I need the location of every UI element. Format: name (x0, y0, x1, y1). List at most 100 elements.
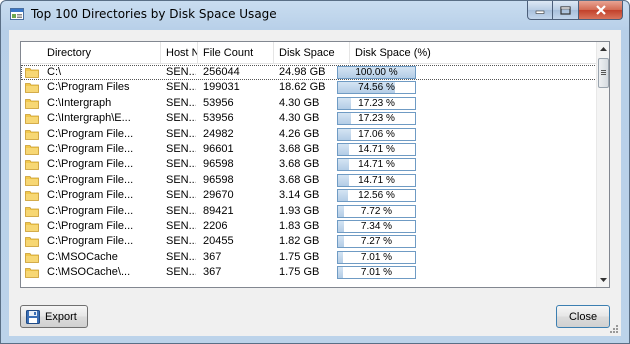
vertical-scrollbar[interactable] (596, 42, 609, 287)
disk-space-percent-label: 12.56 % (358, 190, 395, 202)
cell-file-count: 199031 (203, 81, 240, 94)
window-controls (527, 1, 623, 21)
scroll-up-button[interactable] (597, 42, 610, 56)
cell-file-count: 96598 (203, 158, 234, 171)
table-row[interactable]: C:\Intergraph SEN... 53956 4.30 GB 17.23 % (21, 96, 597, 111)
cell-host: SEN... (166, 143, 196, 155)
folder-icon (25, 83, 39, 94)
cell-file-count: 367 (203, 250, 222, 263)
cell-file-count: 89421 (203, 204, 234, 217)
table-row[interactable]: C:\Program Files SEN... 199031 18.62 GB 74.5… (21, 80, 597, 95)
chevron-down-icon (600, 278, 607, 282)
cell-file-count: 96598 (203, 173, 234, 186)
folder-icon (25, 129, 39, 140)
cell-directory: C:\Program File... (47, 173, 134, 186)
folder-icon (25, 222, 39, 232)
scroll-thumb[interactable] (598, 58, 609, 88)
disk-space-percent-bar: 7.01 % (337, 250, 416, 264)
column-header-disk-space-percent[interactable]: Disk Space (%) (350, 42, 597, 64)
scroll-down-button[interactable] (597, 273, 610, 287)
disk-space-percent-bar: 7.01 % (337, 266, 416, 280)
disk-space-percent-label: 7.01 % (360, 267, 393, 279)
folder-icon (25, 268, 39, 279)
column-header-file-count[interactable]: File Count (198, 42, 274, 64)
cell-file-count: 256044 (203, 66, 240, 78)
maximize-button[interactable] (553, 1, 579, 20)
title-bar[interactable]: Top 100 Directories by Disk Space Usage (1, 1, 629, 29)
cell-file-count: 53956 (203, 96, 234, 109)
close-icon (595, 5, 606, 15)
column-header-directory[interactable]: Directory (21, 42, 161, 64)
folder-icon (25, 191, 39, 202)
cell-host: SEN... (166, 204, 196, 217)
table-row[interactable]: C:\Intergraph\E... SEN... 53956 4.30 GB 17.2… (21, 111, 597, 126)
folder-icon (25, 175, 39, 186)
column-header-host[interactable]: Host N (161, 42, 198, 64)
cell-directory: C:\Intergraph (47, 96, 112, 109)
cell-host: SEN... (166, 250, 196, 263)
close-button[interactable]: Close (556, 305, 610, 328)
list-header: Directory Host N File Count Disk Space D… (21, 42, 597, 64)
table-row[interactable]: C:\Program File... SEN... 96601 3.68 GB 14.7… (21, 142, 597, 157)
cell-file-count: 29670 (203, 189, 234, 202)
close-window-button[interactable] (579, 1, 623, 20)
cell-host: SEN... (166, 66, 196, 78)
export-button[interactable]: Export (20, 305, 88, 328)
disk-space-percent-bar: 7.72 % (337, 204, 416, 218)
dialog-client-area: Directory Host N File Count Disk Space D… (9, 30, 621, 336)
disk-space-percent-label: 17.23 % (358, 97, 395, 109)
disk-space-percent-label: 17.06 % (358, 128, 395, 140)
folder-icon (25, 206, 39, 217)
cell-host: SEN... (166, 158, 196, 171)
directory-list[interactable]: Directory Host N File Count Disk Space D… (20, 41, 610, 288)
table-row[interactable]: C:\Program File... SEN... 96598 3.68 GB 14.7… (21, 173, 597, 188)
disk-space-percent-label: 14.71 % (358, 144, 395, 155)
disk-space-percent-bar: 14.71 % (337, 143, 416, 156)
disk-space-percent-bar: 17.23 % (337, 96, 416, 110)
cell-file-count: 20455 (203, 235, 234, 248)
folder-icon (25, 145, 39, 155)
floppy-disk-icon (26, 309, 40, 324)
table-row[interactable]: C:\Program File... SEN... 2206 1.83 GB 7.34 … (21, 219, 597, 234)
table-row[interactable]: C:\Program File... SEN... 89421 1.93 GB 7.72… (21, 204, 597, 219)
window-title: Top 100 Directories by Disk Space Usage (31, 7, 277, 21)
cell-host: SEN... (166, 266, 196, 279)
column-header-disk-space[interactable]: Disk Space (274, 42, 350, 64)
table-row[interactable]: C:\MSOCache SEN... 367 1.75 GB 7.01 % (21, 250, 597, 265)
disk-space-percent-bar: 14.71 % (337, 173, 416, 187)
cell-directory: C:\Program File... (47, 220, 134, 232)
disk-space-percent-label: 14.71 % (358, 159, 395, 171)
maximize-icon (560, 5, 571, 15)
cell-directory: C:\Program File... (47, 235, 134, 248)
dialog-window: Top 100 Directories by Disk Space Usage … (0, 0, 630, 344)
minimize-button[interactable] (527, 1, 553, 20)
table-row[interactable]: C:\Program File... SEN... 96598 3.68 GB 14.7… (21, 157, 597, 172)
table-row[interactable]: C:\ SEN... 256044 24.98 GB 100.00 % (21, 65, 597, 81)
cell-directory: C:\Program File... (47, 204, 134, 217)
folder-icon (25, 160, 39, 171)
disk-space-percent-bar: 17.06 % (337, 127, 416, 141)
disk-space-percent-label: 7.34 % (360, 221, 393, 232)
cell-directory: C:\MSOCache (47, 250, 118, 263)
cell-file-count: 96601 (203, 143, 234, 155)
folder-icon (25, 114, 39, 125)
cell-directory: C:\MSOCache\... (47, 266, 131, 279)
disk-space-percent-label: 7.01 % (360, 251, 393, 263)
table-row[interactable]: C:\Program File... SEN... 20455 1.82 GB 7.27… (21, 234, 597, 249)
table-row[interactable]: C:\Program File... SEN... 24982 4.26 GB 17.0… (21, 127, 597, 142)
table-row[interactable]: C:\Program File... SEN... 29670 3.14 GB 12.5… (21, 188, 597, 203)
disk-space-percent-bar: 74.56 % (337, 81, 416, 95)
cell-file-count: 2206 (203, 220, 228, 232)
disk-space-percent-label: 100.00 % (355, 67, 398, 78)
disk-space-percent-label: 74.56 % (358, 82, 395, 94)
cell-file-count: 53956 (203, 112, 234, 125)
cell-directory: C:\Program Files (47, 81, 130, 94)
cell-host: SEN... (166, 127, 196, 140)
cell-file-count: 367 (203, 266, 222, 279)
cell-directory: C:\Intergraph\E... (47, 112, 131, 125)
resize-grip[interactable] (609, 324, 619, 334)
disk-space-percent-label: 7.27 % (360, 236, 393, 248)
cell-host: SEN... (166, 173, 196, 186)
table-row[interactable]: C:\MSOCache\... SEN... 367 1.75 GB 7.01 % (21, 265, 597, 280)
cell-host: SEN... (166, 112, 196, 125)
